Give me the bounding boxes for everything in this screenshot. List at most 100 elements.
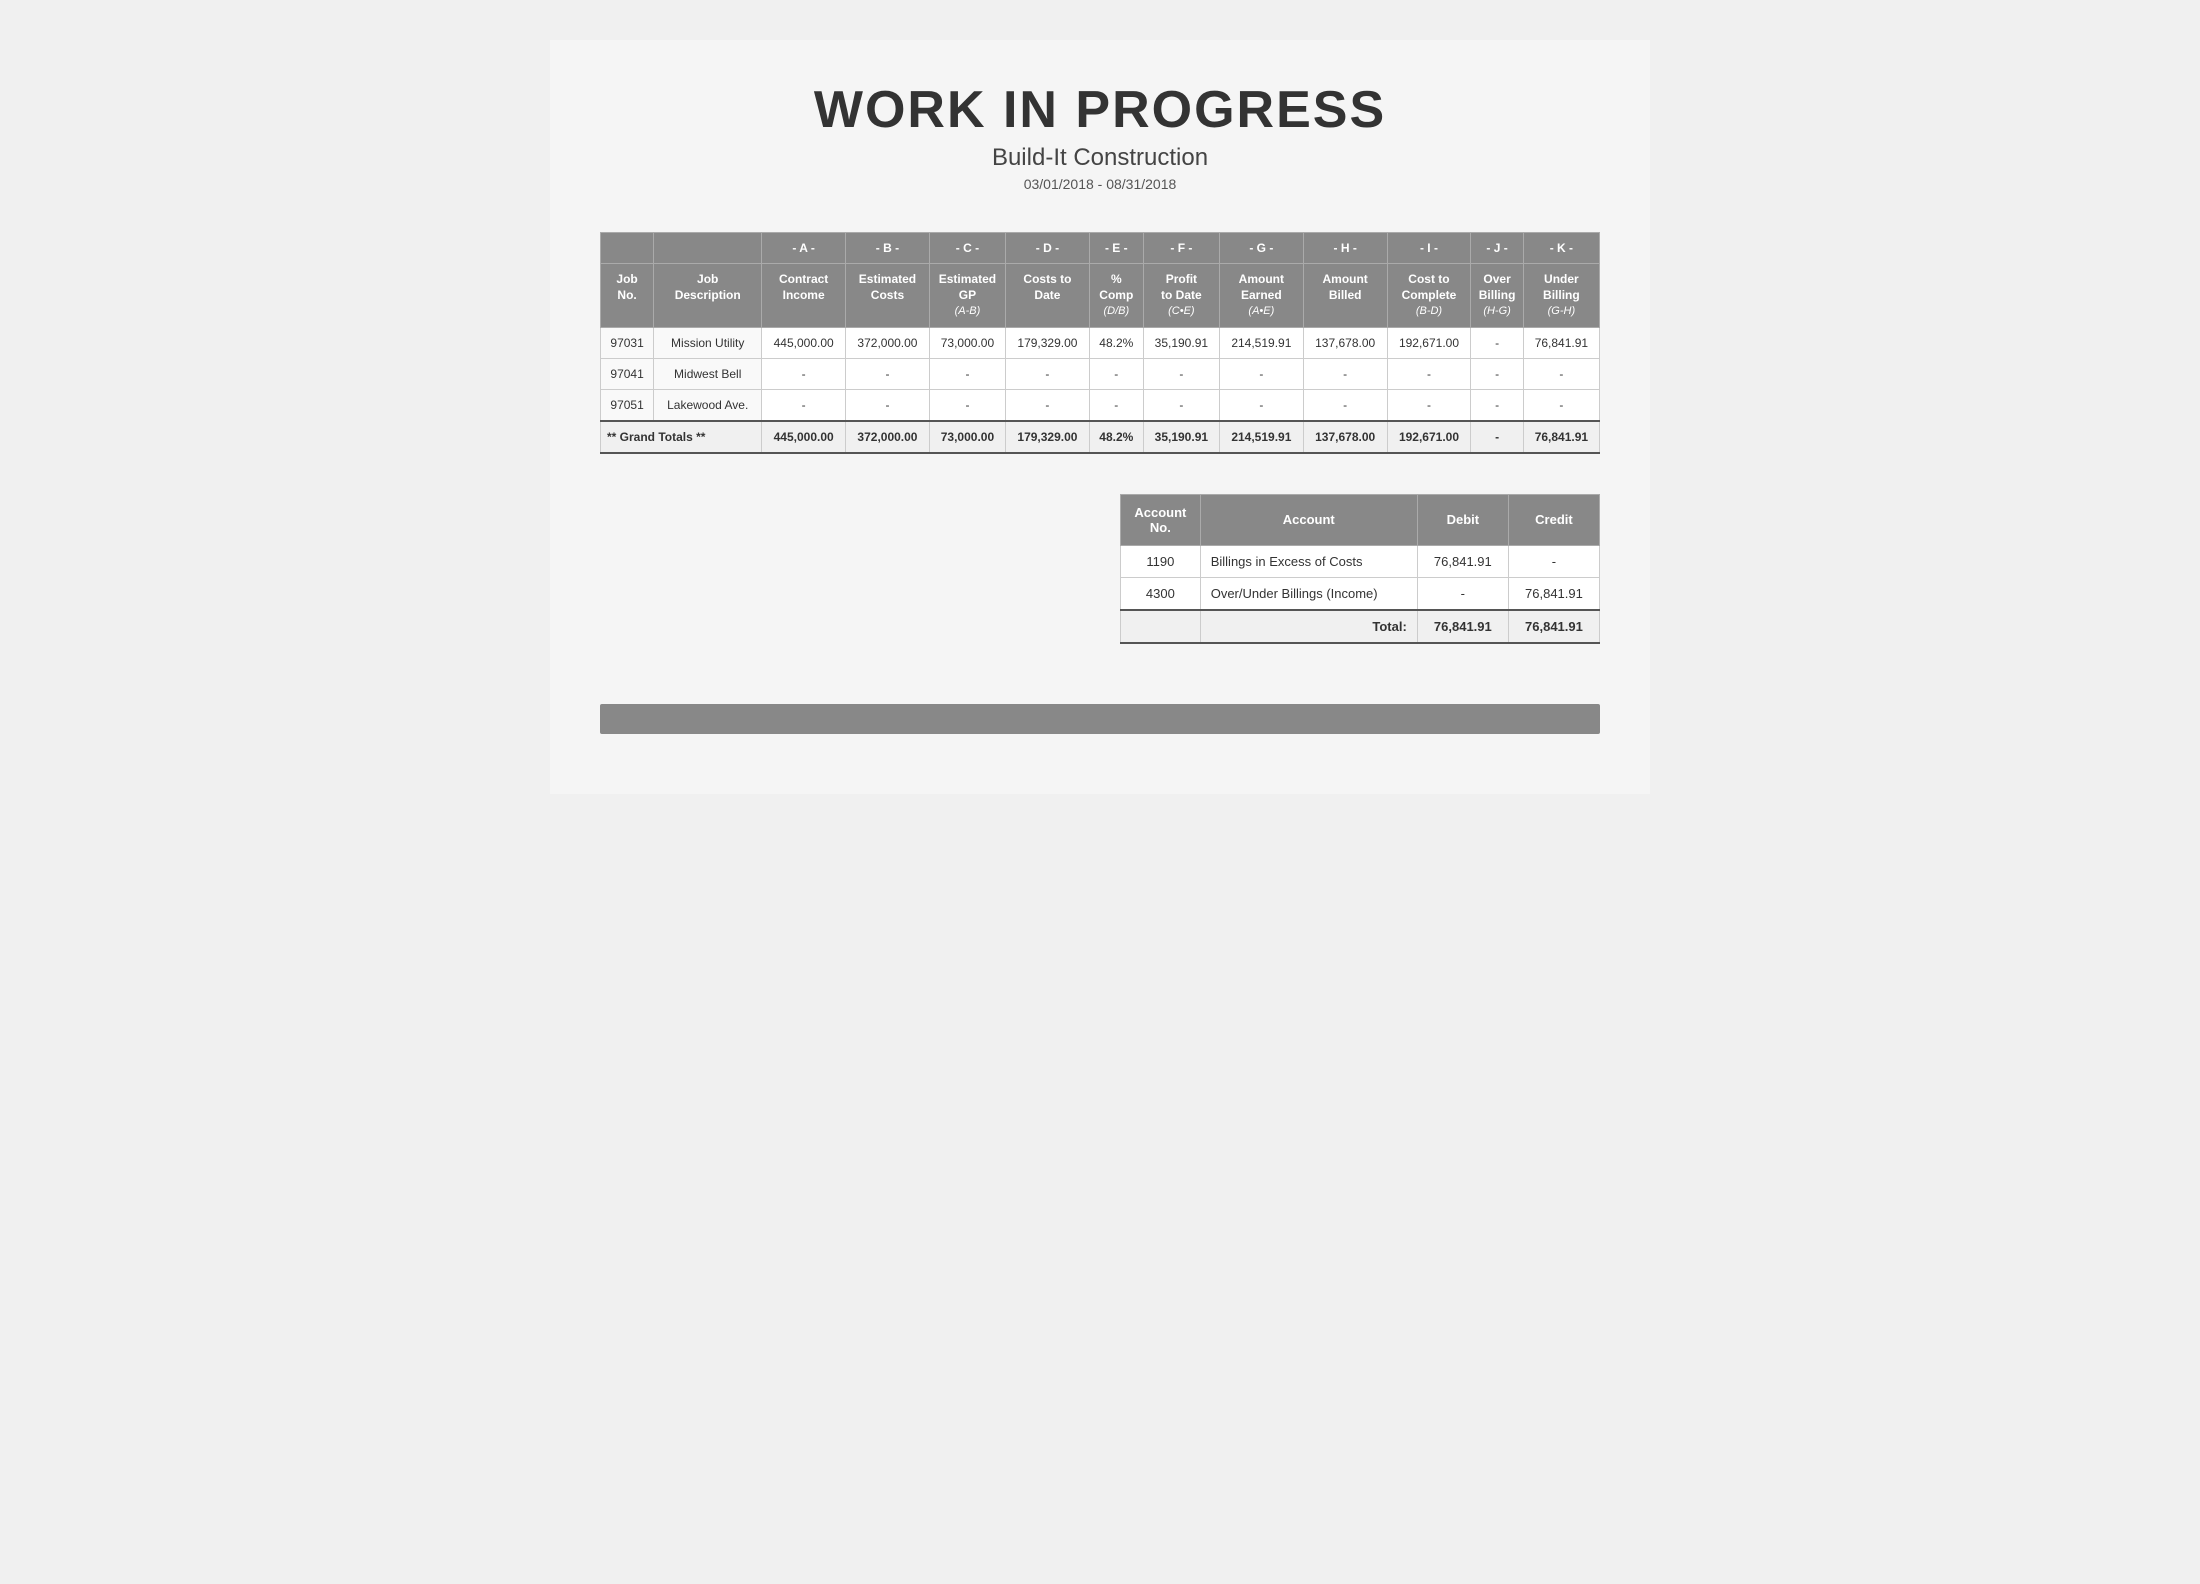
date-range: 03/01/2018 - 08/31/2018 <box>600 176 1600 192</box>
under-billing: - <box>1523 389 1599 421</box>
summary-col-account-no: AccountNo. <box>1121 494 1201 545</box>
grand-costs-to-date: 179,329.00 <box>1006 421 1090 453</box>
over-billing: - <box>1471 389 1523 421</box>
col-letter-f: - F - <box>1143 233 1219 264</box>
job-desc: Midwest Bell <box>654 358 762 389</box>
col-letter-e: - E - <box>1089 233 1143 264</box>
grand-pct-comp: 48.2% <box>1089 421 1143 453</box>
wip-table: - A - - B - - C - - D - - E - - F - - G … <box>600 232 1600 454</box>
col-header-est-gp: EstimatedGP(A-B) <box>929 264 1005 328</box>
contract-income: 445,000.00 <box>762 327 846 358</box>
column-headers-row: JobNo. JobDescription ContractIncome Est… <box>601 264 1600 328</box>
page-header: WORK IN PROGRESS Build-It Construction 0… <box>600 80 1600 192</box>
summary-header-row: AccountNo. Account Debit Credit <box>1121 494 1600 545</box>
col-header-amount-billed: AmountBilled <box>1303 264 1387 328</box>
amount-earned: - <box>1219 389 1303 421</box>
table-row: 97051 Lakewood Ave. - - - - - - - - - - … <box>601 389 1600 421</box>
summary-credit: 76,841.91 <box>1508 577 1599 610</box>
amount-earned: - <box>1219 358 1303 389</box>
summary-row: 4300 Over/Under Billings (Income) - 76,8… <box>1121 577 1600 610</box>
col-letter-k: - K - <box>1523 233 1599 264</box>
cost-to-complete: - <box>1387 358 1471 389</box>
grand-over-billing: - <box>1471 421 1523 453</box>
amount-billed: - <box>1303 358 1387 389</box>
summary-total-credit: 76,841.91 <box>1508 610 1599 643</box>
col-letter-a: - A - <box>762 233 846 264</box>
summary-account: Billings in Excess of Costs <box>1200 545 1417 577</box>
job-no: 97051 <box>601 389 654 421</box>
est-gp: - <box>929 389 1005 421</box>
pct-comp: 48.2% <box>1089 327 1143 358</box>
contract-income: - <box>762 358 846 389</box>
col-header-profit-to-date: Profitto Date(C•E) <box>1143 264 1219 328</box>
grand-contract-income: 445,000.00 <box>762 421 846 453</box>
summary-credit: - <box>1508 545 1599 577</box>
table-row: 97031 Mission Utility 445,000.00 372,000… <box>601 327 1600 358</box>
summary-table: AccountNo. Account Debit Credit 1190 Bil… <box>1120 494 1600 644</box>
over-billing: - <box>1471 327 1523 358</box>
pct-comp: - <box>1089 358 1143 389</box>
grand-profit-to-date: 35,190.91 <box>1143 421 1219 453</box>
grand-amount-earned: 214,519.91 <box>1219 421 1303 453</box>
grand-est-gp: 73,000.00 <box>929 421 1005 453</box>
grand-total-label: ** Grand Totals ** <box>601 421 762 453</box>
est-gp: - <box>929 358 1005 389</box>
company-name: Build-It Construction <box>600 144 1600 172</box>
pct-comp: - <box>1089 389 1143 421</box>
page-title: WORK IN PROGRESS <box>600 80 1600 140</box>
costs-to-date: - <box>1006 358 1090 389</box>
summary-col-account: Account <box>1200 494 1417 545</box>
page: WORK IN PROGRESS Build-It Construction 0… <box>550 40 1650 794</box>
summary-total-label: Total: <box>1200 610 1417 643</box>
col-header-costs-to-date: Costs toDate <box>1006 264 1090 328</box>
col-header-over-billing: OverBilling(H-G) <box>1471 264 1523 328</box>
job-desc: Lakewood Ave. <box>654 389 762 421</box>
footer-bar <box>600 704 1600 734</box>
profit-to-date: - <box>1143 389 1219 421</box>
col-header-amount-earned: AmountEarned(A•E) <box>1219 264 1303 328</box>
col-letter-d: - D - <box>1006 233 1090 264</box>
col-letter-g: - G - <box>1219 233 1303 264</box>
col-letter-b: - B - <box>846 233 930 264</box>
table-row: 97041 Midwest Bell - - - - - - - - - - - <box>601 358 1600 389</box>
job-no: 97031 <box>601 327 654 358</box>
grand-amount-billed: 137,678.00 <box>1303 421 1387 453</box>
est-costs: - <box>846 358 930 389</box>
col-header-job-desc: JobDescription <box>654 264 762 328</box>
summary-total-empty1 <box>1121 610 1201 643</box>
cost-to-complete: 192,671.00 <box>1387 327 1471 358</box>
costs-to-date: - <box>1006 389 1090 421</box>
est-costs: - <box>846 389 930 421</box>
col-header-cost-to-complete: Cost toComplete(B-D) <box>1387 264 1471 328</box>
col-header-est-costs: EstimatedCosts <box>846 264 930 328</box>
col-letter-i: - I - <box>1387 233 1471 264</box>
summary-total-debit: 76,841.91 <box>1417 610 1508 643</box>
under-billing: - <box>1523 358 1599 389</box>
summary-account-no: 4300 <box>1121 577 1201 610</box>
summary-debit: - <box>1417 577 1508 610</box>
grand-total-row: ** Grand Totals ** 445,000.00 372,000.00… <box>601 421 1600 453</box>
cost-to-complete: - <box>1387 389 1471 421</box>
col-letter-empty1 <box>601 233 654 264</box>
costs-to-date: 179,329.00 <box>1006 327 1090 358</box>
amount-earned: 214,519.91 <box>1219 327 1303 358</box>
under-billing: 76,841.91 <box>1523 327 1599 358</box>
profit-to-date: 35,190.91 <box>1143 327 1219 358</box>
summary-debit: 76,841.91 <box>1417 545 1508 577</box>
col-letter-c: - C - <box>929 233 1005 264</box>
amount-billed: 137,678.00 <box>1303 327 1387 358</box>
col-header-under-billing: UnderBilling(G-H) <box>1523 264 1599 328</box>
col-letter-empty2 <box>654 233 762 264</box>
summary-col-credit: Credit <box>1508 494 1599 545</box>
col-letter-h: - H - <box>1303 233 1387 264</box>
est-costs: 372,000.00 <box>846 327 930 358</box>
summary-total-row: Total: 76,841.91 76,841.91 <box>1121 610 1600 643</box>
col-letter-j: - J - <box>1471 233 1523 264</box>
over-billing: - <box>1471 358 1523 389</box>
job-desc: Mission Utility <box>654 327 762 358</box>
col-header-pct-comp: %Comp(D/B) <box>1089 264 1143 328</box>
summary-account: Over/Under Billings (Income) <box>1200 577 1417 610</box>
job-no: 97041 <box>601 358 654 389</box>
summary-row: 1190 Billings in Excess of Costs 76,841.… <box>1121 545 1600 577</box>
profit-to-date: - <box>1143 358 1219 389</box>
